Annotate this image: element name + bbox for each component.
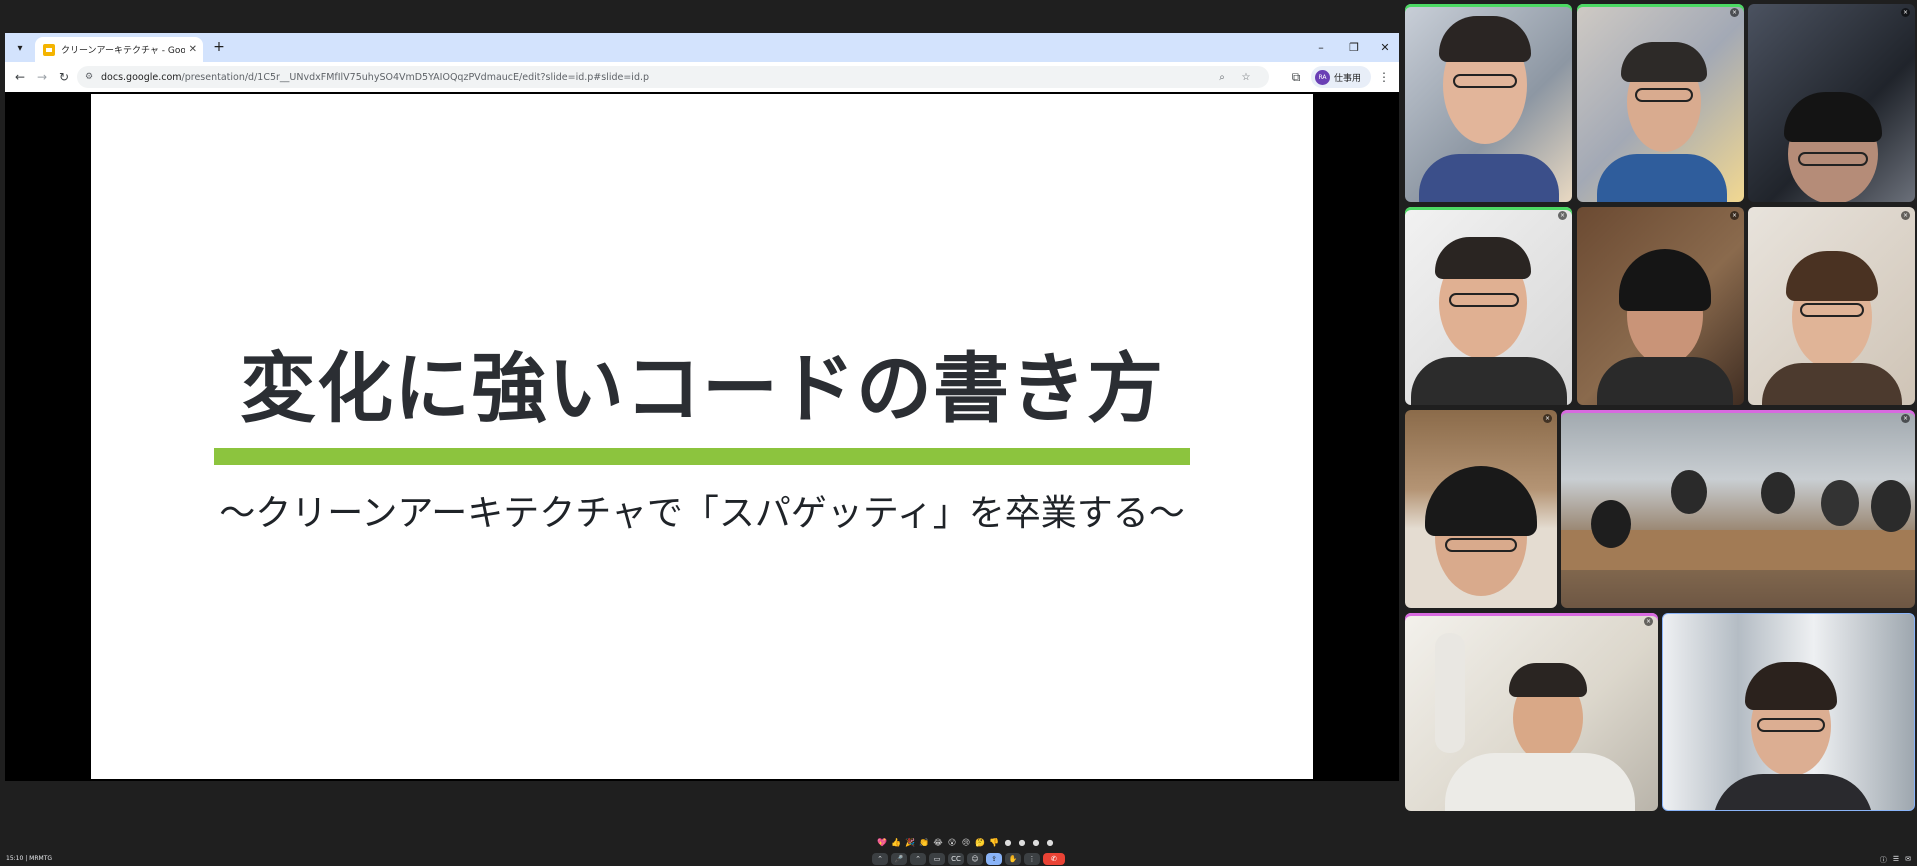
reaction-emoji-button[interactable]: ● [1030,836,1042,848]
chat-icon[interactable]: ✉ [1905,855,1911,865]
side-panel-icons: ⓘ ☰ ✉ [1880,855,1911,865]
muted-mic-icon: × [1543,414,1552,423]
participant-tile[interactable]: × [1405,207,1572,405]
more-icon[interactable]: ⌃ [910,853,926,865]
profile-avatar: RA [1315,69,1330,85]
tab-title: クリーンアーキテクチャ - Google ス [61,46,185,56]
participant-tile[interactable]: × [1561,410,1915,608]
captions-icon[interactable]: CC [948,853,964,865]
new-tab-button[interactable]: + [210,38,228,56]
site-info-icon[interactable]: ⚙ [83,71,95,83]
muted-mic-icon: × [1901,414,1910,423]
participant-tile[interactable] [1405,4,1572,202]
meeting-info: 15:10 | MRMTG [6,855,53,862]
reaction-emoji-button[interactable]: ● [1044,836,1056,848]
slide: 変化に強いコードの書き方 〜クリーンアーキテクチャで「スパゲッティ」を卒業する〜 [91,94,1313,779]
slide-accent-bar [214,448,1190,465]
url-host: docs.google.com [101,71,182,83]
tab-strip: ▾ クリーンアーキテクチャ - Google ス ✕ + – ❐ ✕ [5,33,1399,62]
emoji-icon[interactable]: ☺ [967,853,983,865]
slide-subtitle: 〜クリーンアーキテクチャで「スパゲッティ」を卒業する〜 [219,493,1185,534]
slide-title: 変化に強いコードの書き方 [240,344,1164,433]
desktop: ▾ クリーンアーキテクチャ - Google ス ✕ + – ❐ ✕ ← → ↻… [0,0,1917,866]
muted-mic-icon: × [1901,8,1910,17]
url-path: /presentation/d/1C5r__UNvdxFMfIlV75uhySO… [181,71,650,83]
present-icon[interactable]: ⇪ [986,853,1002,865]
participant-tile[interactable] [1662,613,1915,811]
muted-mic-icon: × [1730,8,1739,17]
call-controls: ⌃ 🎤 ⌃ ▭ CC ☺ ⇪ ✋ ⋮ ✆ [872,853,1065,865]
restore-icon[interactable]: ❐ [1344,38,1364,56]
reaction-emoji-button[interactable]: 🤔 [974,836,986,848]
info-icon[interactable]: ⓘ [1880,855,1887,865]
muted-mic-icon: × [1558,211,1567,220]
reaction-emoji-button[interactable]: 😂 [932,836,944,848]
meeting-time: 15:10 [6,855,24,862]
participant-tile[interactable]: × [1405,613,1658,811]
presentation-viewport: 変化に強いコードの書き方 〜クリーンアーキテクチャで「スパゲッティ」を卒業する〜 [5,92,1399,781]
reaction-emoji-button[interactable]: 👎 [988,836,1000,848]
forward-icon[interactable]: → [33,68,51,86]
reaction-bar: 💖 👍 🎉 👏 😂 😮 😢 🤔 👎 ● ● ● ● [876,836,1056,848]
participant-tile[interactable]: × [1748,207,1915,405]
reaction-emoji-button[interactable]: 👍 [890,836,902,848]
more-options-icon[interactable]: ⋮ [1024,853,1040,865]
browser-toolbar: ← → ↻ ⚙ docs.google.com/presentation/d/1… [5,62,1399,92]
slides-favicon-icon [43,43,55,56]
profile-chip[interactable]: RA 仕事用 [1311,66,1371,88]
reaction-emoji-button[interactable]: 😢 [960,836,972,848]
camera-icon[interactable]: ▭ [929,853,945,865]
reaction-emoji-button[interactable]: 😮 [946,836,958,848]
zoom-icon[interactable]: ⌕ [1215,70,1229,84]
participant-tile[interactable]: × [1748,4,1915,202]
more-icon[interactable]: ⌃ [872,853,888,865]
raise-hand-icon[interactable]: ✋ [1005,853,1021,865]
meeting-code: MRMTG [29,855,53,862]
browser-menu-icon[interactable]: ⋮ [1375,68,1393,86]
muted-mic-icon: × [1644,617,1653,626]
reaction-emoji-button[interactable]: 🎉 [904,836,916,848]
close-window-icon[interactable]: ✕ [1375,38,1395,56]
participant-tile[interactable]: × [1405,410,1557,608]
profile-label: 仕事用 [1334,73,1362,84]
bookmark-star-icon[interactable]: ☆ [1239,70,1253,84]
reaction-emoji-button[interactable]: 👏 [918,836,930,848]
reaction-emoji-button[interactable]: ● [1002,836,1014,848]
participant-tile[interactable]: × [1577,207,1744,405]
browser-tab[interactable]: クリーンアーキテクチャ - Google ス ✕ [35,37,203,62]
back-icon[interactable]: ← [11,68,29,86]
muted-mic-icon: × [1901,211,1910,220]
extensions-icon[interactable]: ⧉ [1287,68,1305,86]
tab-close-icon[interactable]: ✕ [189,44,197,55]
people-icon[interactable]: ☰ [1893,855,1899,865]
mic-icon[interactable]: 🎤 [891,853,907,865]
reload-icon[interactable]: ↻ [55,68,73,86]
shared-browser-window: ▾ クリーンアーキテクチャ - Google ス ✕ + – ❐ ✕ ← → ↻… [5,33,1399,781]
participant-tile[interactable]: × [1577,4,1744,202]
reaction-emoji-button[interactable]: ● [1016,836,1028,848]
leave-call-icon[interactable]: ✆ [1043,853,1065,865]
address-bar[interactable]: ⚙ docs.google.com/presentation/d/1C5r__U… [77,66,1269,88]
reaction-emoji-button[interactable]: 💖 [876,836,888,848]
tab-search-button[interactable]: ▾ [11,39,29,57]
muted-mic-icon: × [1730,211,1739,220]
minimize-icon[interactable]: – [1311,38,1331,56]
